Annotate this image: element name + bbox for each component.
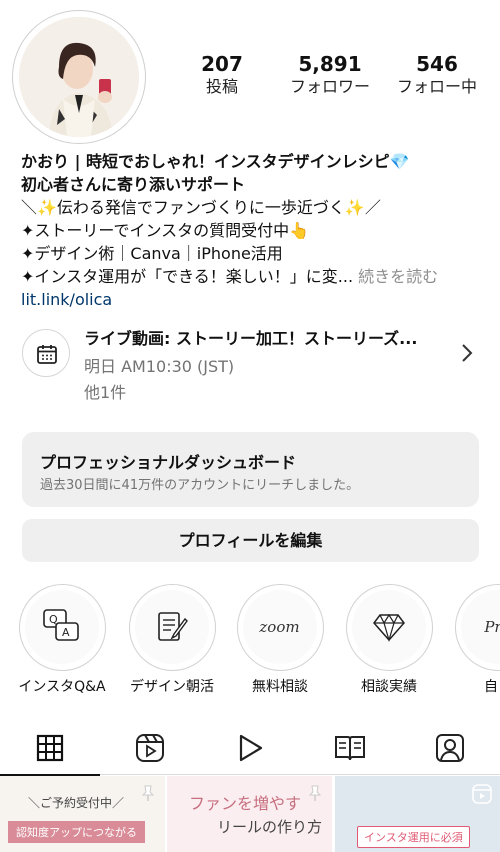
bio-line-3: ＼✨伝わる発信でファンづくりに一歩近づく✨／ <box>21 198 381 217</box>
stat-following[interactable]: 546 フォロー中 <box>384 52 490 98</box>
stat-followers[interactable]: 5,891 フォロワー <box>276 52 384 98</box>
bio-line-6: ✦インスタ運用が「できる！楽しい！」に変... 続きを読む <box>21 265 491 288</box>
play-icon <box>239 734 263 761</box>
following-label: フォロー中 <box>396 77 477 96</box>
highlight-label: 相談実績 <box>361 679 417 695</box>
highlight-design-morning[interactable]: デザイン朝活 <box>117 584 227 697</box>
highlight-consult-record[interactable]: 相談実績 <box>334 584 444 697</box>
post-grid: ＼ご予約受付中／ 認知度アップにつながる ファンを増やす リールの作り方 インス… <box>0 776 500 852</box>
profile-tabs <box>0 720 500 776</box>
bio-line-5: ✦デザイン術｜Canva｜iPhone活用 <box>21 244 283 263</box>
reel-indicator-icon <box>472 784 492 804</box>
tagged-person-icon <box>436 733 464 762</box>
bio-line-2: 初心者さんに寄り添いサポート <box>21 175 246 194</box>
tab-guides[interactable] <box>300 720 400 775</box>
calendar-icon <box>22 329 70 377</box>
read-more-link[interactable]: 続きを読む <box>358 267 438 286</box>
highlight-label: デザイン朝活 <box>130 679 214 695</box>
highlight-cover: Pro <box>454 584 500 671</box>
upcoming-event[interactable]: ライブ動画: ストーリー加工！ストーリーズ... 明日 AM10:30 (JST… <box>22 322 482 407</box>
svg-text:A: A <box>62 626 70 639</box>
avatar[interactable] <box>12 10 146 144</box>
tab-tagged[interactable] <box>400 720 500 775</box>
post-text: ＼ご予約受付中／ <box>28 796 125 810</box>
bio-line-6-text: ✦インスタ運用が「できる！楽しい！」に変... <box>21 267 354 286</box>
highlight-qa[interactable]: Q A インスタQ&A <box>7 584 117 697</box>
pin-icon <box>308 785 322 801</box>
tab-video[interactable] <box>200 720 300 775</box>
post-thumbnail[interactable]: インスタ運用に必須 <box>335 776 500 852</box>
event-title: ライブ動画: ストーリー加工！ストーリーズ... <box>84 329 418 348</box>
tab-grid[interactable] <box>0 720 100 776</box>
notepad-pen-icon <box>157 612 188 641</box>
bio-link[interactable]: lit.link/olica <box>21 288 491 311</box>
professional-dashboard[interactable]: プロフェッショナルダッシュボード 過去30日間に41万件のアカウントにリーチしま… <box>22 432 479 507</box>
dashboard-subtitle: 過去30日間に41万件のアカウントにリーチしました。 <box>40 478 360 493</box>
posts-label: 投稿 <box>205 77 238 96</box>
posts-count: 207 <box>201 52 243 76</box>
story-highlights: Q A インスタQ&A デザイン朝活 zoom 無料相談 相談実績 P 自 <box>0 584 500 704</box>
highlight-label: インスタQ&A <box>18 679 106 695</box>
profile-header: 207 投稿 5,891 フォロワー 546 フォロー中 <box>0 0 500 150</box>
highlight-cover <box>128 584 216 671</box>
highlight-self-intro[interactable]: Pro 自己 <box>443 584 500 697</box>
dashboard-title: プロフェッショナルダッシュボード <box>40 453 297 472</box>
tab-reels[interactable] <box>100 720 200 775</box>
post-badge: 認知度アップにつながる <box>8 821 145 843</box>
stat-posts[interactable]: 207 投稿 <box>186 52 258 98</box>
followers-count: 5,891 <box>298 52 362 76</box>
reels-icon <box>136 733 164 762</box>
post-thumbnail[interactable]: ファンを増やす リールの作り方 <box>167 776 332 852</box>
followers-label: フォロワー <box>289 77 370 96</box>
edit-profile-button[interactable]: プロフィールを編集 <box>22 519 479 562</box>
post-text: リールの作り方 <box>217 818 323 836</box>
event-other: 他1件 <box>84 383 127 402</box>
pro-text: Pro <box>484 618 500 636</box>
following-count: 546 <box>416 52 458 76</box>
qa-bubble-icon: Q A <box>42 609 79 641</box>
highlight-cover <box>345 584 433 671</box>
grid-icon <box>36 734 64 761</box>
pin-icon <box>141 785 155 801</box>
highlight-free-consult[interactable]: zoom 無料相談 <box>225 584 335 697</box>
post-badge: インスタ運用に必須 <box>357 826 470 848</box>
event-time: 明日 AM10:30 (JST) <box>84 357 235 376</box>
diamond-icon <box>372 613 405 642</box>
avatar-photo <box>19 17 139 137</box>
profile-bio: かおり | 時短でおしゃれ！インスタデザインレシピ💎 初心者さんに寄り添いサポー… <box>21 150 491 311</box>
post-thumbnail[interactable]: ＼ご予約受付中／ 認知度アップにつながる <box>0 776 165 852</box>
highlight-cover: Q A <box>18 584 106 671</box>
highlight-label: 自己 <box>484 679 500 695</box>
post-text: ファンを増やす <box>189 794 302 813</box>
book-icon <box>335 735 365 760</box>
highlight-cover: zoom <box>236 584 324 671</box>
zoom-text: zoom <box>259 618 300 636</box>
highlight-label: 無料相談 <box>252 679 308 695</box>
bio-name-line: かおり | 時短でおしゃれ！インスタデザインレシピ💎 <box>21 152 410 171</box>
chevron-right-icon <box>462 344 473 362</box>
bio-line-4: ✦ストーリーでインスタの質問受付中👆 <box>21 221 310 240</box>
